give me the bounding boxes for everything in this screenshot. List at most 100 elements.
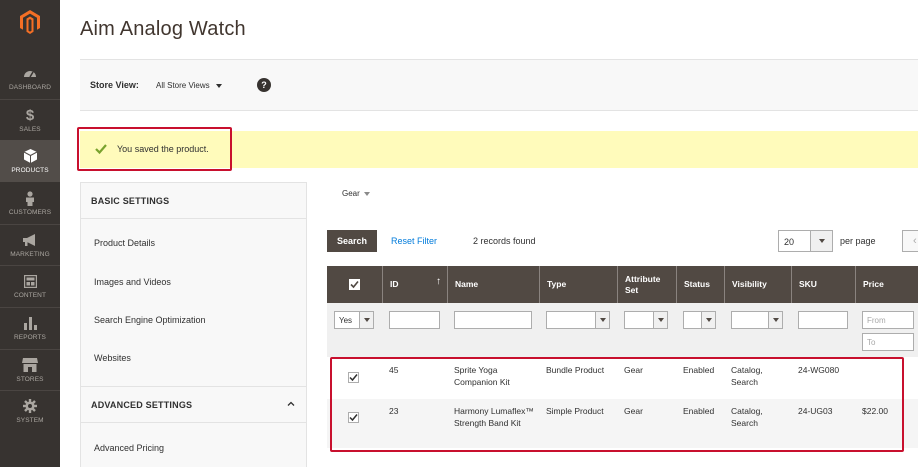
per-page-value: 20 [784, 237, 795, 247]
chevron-down-icon [599, 318, 606, 322]
link-images-videos[interactable]: Images and Videos [94, 277, 171, 287]
column-header-visibility[interactable]: Visibility [724, 266, 791, 303]
nav-label: STORES [16, 376, 44, 383]
grid-header: ID ↑ Name Type Attribute Set Status Visi… [327, 266, 918, 303]
layout-icon [22, 273, 38, 289]
store-view-value: All Store Views [156, 81, 210, 90]
per-page-select[interactable]: 20 [778, 230, 833, 252]
help-icon[interactable]: ? [257, 78, 271, 92]
megaphone-icon [22, 232, 38, 248]
chevron-down-icon [818, 239, 825, 243]
chevron-down-icon [215, 83, 222, 88]
column-header-sku[interactable]: SKU [791, 266, 855, 303]
nav-label: MARKETING [10, 251, 50, 258]
grid-filter-row: Yes From To [327, 303, 918, 357]
section-title: ADVANCED SETTINGS [91, 400, 193, 410]
records-count: 2 records found [473, 236, 536, 246]
dollar-icon: $ [25, 106, 35, 124]
nav-system[interactable]: SYSTEM [0, 390, 60, 432]
nav-label: CONTENT [13, 292, 47, 299]
id-filter-input[interactable] [389, 311, 440, 329]
visibility-filter-select[interactable] [731, 311, 783, 329]
select-all-header[interactable] [327, 266, 382, 303]
column-label: Status [684, 279, 710, 289]
status-filter-select[interactable] [683, 311, 716, 329]
column-header-status[interactable]: Status [676, 266, 724, 303]
advanced-settings-header[interactable]: ADVANCED SETTINGS [81, 387, 307, 423]
column-header-price[interactable]: Price [855, 266, 918, 303]
nav-customers[interactable]: CUSTOMERS [0, 182, 60, 224]
attribute-set-value: Gear [342, 189, 360, 198]
attribute-set-filter-select[interactable] [624, 311, 668, 329]
column-label: Type [547, 279, 567, 289]
filter-dropdown-toggle[interactable] [595, 312, 609, 328]
cube-icon [22, 148, 38, 164]
link-product-details[interactable]: Product Details [94, 238, 155, 248]
price-to-input[interactable]: To [862, 333, 914, 351]
reset-filter-link[interactable]: Reset Filter [391, 236, 437, 246]
nav-label: SYSTEM [16, 417, 44, 424]
nav-marketing[interactable]: MARKETING [0, 224, 60, 266]
column-label: Visibility [732, 279, 767, 289]
column-label: SKU [799, 279, 817, 289]
basic-settings-header[interactable]: BASIC SETTINGS [81, 183, 307, 219]
chevron-down-icon [705, 318, 712, 322]
placeholder-text: To [867, 337, 876, 347]
nav-content[interactable]: CONTENT [0, 265, 60, 307]
column-header-id[interactable]: ID ↑ [382, 266, 447, 303]
filter-dropdown-toggle[interactable] [701, 312, 715, 328]
chevron-down-icon [657, 318, 664, 322]
nav-label: SALES [19, 126, 41, 133]
section-title: BASIC SETTINGS [91, 196, 170, 206]
column-label: Price [863, 279, 884, 289]
sort-arrow-icon: ↑ [436, 276, 441, 287]
attribute-set-filter[interactable]: Gear [342, 189, 370, 198]
sku-filter-input[interactable] [798, 311, 848, 329]
column-header-attribute-set[interactable]: Attribute Set [617, 266, 676, 303]
in-product-filter[interactable]: Yes [334, 311, 374, 329]
nav-dashboard[interactable]: DASHBOARD [0, 57, 60, 99]
link-websites[interactable]: Websites [94, 353, 131, 363]
rows-highlight-box [330, 357, 904, 452]
search-button[interactable]: Search [327, 230, 377, 252]
chevron-down-icon [772, 318, 779, 322]
page-title: Aim Analog Watch [80, 18, 246, 40]
column-label: Name [455, 279, 479, 289]
filter-dropdown-toggle[interactable] [359, 312, 373, 328]
admin-sidebar: DASHBOARD $ SALES PRODUCTS CUSTOMERS MAR… [0, 0, 60, 467]
message-highlight-box [77, 127, 232, 171]
gear-icon [22, 398, 38, 414]
placeholder-text: From [867, 315, 886, 325]
store-view-bar: Store View: All Store Views ? [80, 59, 918, 111]
column-header-name[interactable]: Name [447, 266, 539, 303]
checkmark-icon [350, 280, 359, 289]
column-header-type[interactable]: Type [539, 266, 617, 303]
bar-chart-icon [22, 315, 38, 331]
per-page-toggle[interactable] [810, 231, 832, 251]
nav-label: REPORTS [13, 334, 46, 341]
select-all-checkbox[interactable] [349, 279, 360, 290]
dashboard-icon [22, 65, 38, 81]
filter-dropdown-toggle[interactable] [768, 312, 782, 328]
link-seo[interactable]: Search Engine Optimization [94, 315, 206, 325]
filter-dropdown-toggle[interactable] [653, 312, 667, 328]
nav-label: DASHBOARD [8, 84, 52, 91]
nav-products[interactable]: PRODUCTS [0, 140, 60, 182]
magento-logo[interactable] [0, 0, 60, 44]
nav-stores[interactable]: STORES [0, 349, 60, 391]
price-from-input[interactable]: From [862, 311, 914, 329]
link-advanced-pricing[interactable]: Advanced Pricing [94, 443, 164, 453]
name-filter-input[interactable] [454, 311, 532, 329]
type-filter-select[interactable] [546, 311, 610, 329]
store-icon [22, 357, 38, 373]
column-label: ID [390, 279, 399, 289]
nav-reports[interactable]: REPORTS [0, 307, 60, 349]
store-view-label: Store View: [90, 80, 139, 90]
chevron-down-icon [363, 191, 370, 196]
nav-label: CUSTOMERS [8, 209, 52, 216]
nav-label: PRODUCTS [11, 167, 49, 174]
filter-value: Yes [339, 315, 353, 325]
nav-sales[interactable]: $ SALES [0, 99, 60, 141]
store-view-switcher[interactable]: All Store Views [156, 81, 222, 90]
previous-page-button[interactable]: ‹ [902, 230, 918, 252]
